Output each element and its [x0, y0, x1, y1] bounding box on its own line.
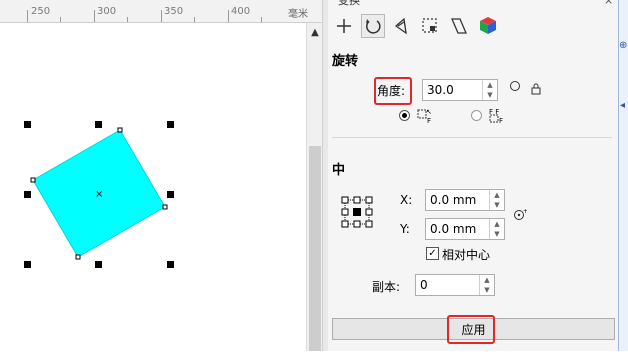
handle-left[interactable]: [24, 191, 31, 198]
x-value: 0.0 mm: [430, 193, 477, 207]
handle-top[interactable]: [95, 121, 102, 128]
angle-value: 30.0: [427, 83, 454, 97]
center-section-title: 中: [332, 163, 346, 178]
copies-label: 副本:: [372, 280, 401, 294]
ruler-label: 300: [97, 6, 117, 17]
horizontal-ruler: 250 300 350 400 毫米: [0, 0, 322, 23]
y-value: 0.0 mm: [430, 222, 477, 236]
transform-panel: 变换 × 旋转 角度: 30.0 ▲ ▼ ↖ F F FF 中 X: 0.0 m…: [328, 0, 618, 351]
svg-text:↖: ↖: [426, 108, 432, 116]
canvas-graphics: ×: [24, 121, 174, 268]
node-handle[interactable]: [30, 177, 36, 183]
node-handle[interactable]: [117, 127, 123, 133]
handle-right[interactable]: [167, 191, 174, 198]
close-icon[interactable]: ×: [604, 0, 613, 7]
ruler-label: 400: [231, 6, 251, 17]
vertical-scrollbar[interactable]: ▲: [306, 23, 323, 351]
anchor-radio-2[interactable]: [471, 110, 482, 121]
relative-anchor-icon: ↖ F: [416, 106, 434, 127]
apply-highlight: [447, 315, 495, 344]
handle-top-right[interactable]: [167, 121, 174, 128]
skew-icon[interactable]: [447, 14, 471, 38]
node-handle[interactable]: [75, 254, 81, 260]
angle-input[interactable]: 30.0 ▲ ▼: [422, 79, 498, 101]
rotate-icon[interactable]: [361, 14, 385, 38]
docker-tab-icon[interactable]: ◂: [620, 100, 625, 111]
copies-value: 0: [420, 278, 428, 292]
handle-bottom-left[interactable]: [24, 261, 31, 268]
y-spinner[interactable]: ▲ ▼: [489, 219, 504, 239]
copies-input[interactable]: 0 ▲ ▼: [415, 274, 495, 296]
ruler-tick: [127, 17, 128, 22]
scroll-up-icon[interactable]: ▲: [309, 27, 321, 39]
anchor-radio-1[interactable]: [399, 110, 410, 121]
scrollbar-thumb[interactable]: [309, 146, 321, 351]
ruler-tick: [27, 10, 28, 22]
angle-label: 角度:: [377, 84, 406, 98]
ruler-tick: [161, 10, 162, 22]
x-input[interactable]: 0.0 mm ▲ ▼: [425, 189, 505, 211]
ruler-label: 250: [31, 6, 51, 17]
x-label: X:: [400, 193, 413, 207]
section-separator: [332, 137, 612, 138]
handle-bottom[interactable]: [95, 261, 102, 268]
degree-radio-icon[interactable]: [510, 81, 520, 91]
rotate-section-title: 旋转: [332, 54, 359, 69]
position-icon[interactable]: [332, 14, 356, 38]
ruler-unit: 毫米: [288, 9, 308, 20]
docker-tab-icon[interactable]: ⊕: [619, 40, 627, 51]
svg-text:+: +: [523, 208, 527, 215]
relative-center-label: 相对中心: [442, 248, 491, 262]
docker-tab-strip[interactable]: ⊕ ◂: [618, 0, 628, 351]
lock-icon[interactable]: [530, 83, 542, 98]
x-spinner[interactable]: ▲ ▼: [489, 190, 504, 210]
absolute-anchor-icon: F FF: [488, 106, 506, 127]
drawing-canvas[interactable]: ×: [0, 23, 306, 351]
scale-mirror-icon[interactable]: [389, 14, 413, 38]
handle-bottom-right[interactable]: [167, 261, 174, 268]
panel-title: 变换: [338, 0, 360, 7]
center-target-icon[interactable]: +: [513, 208, 528, 225]
ruler-label: 350: [164, 6, 184, 17]
copies-spinner[interactable]: ▲ ▼: [479, 275, 494, 295]
svg-text:F: F: [499, 117, 503, 124]
angle-spinner[interactable]: ▲ ▼: [482, 80, 497, 100]
y-input[interactable]: 0.0 mm ▲ ▼: [425, 218, 505, 240]
ruler-tick: [94, 10, 95, 22]
color-cube-icon[interactable]: [476, 14, 500, 38]
ruler-tick: [60, 17, 61, 22]
center-mark: ×: [95, 189, 103, 200]
node-handle[interactable]: [162, 204, 168, 210]
anchor-point-grid-icon[interactable]: [341, 196, 375, 233]
size-icon[interactable]: [418, 14, 442, 38]
relative-center-checkbox[interactable]: ✓: [426, 247, 439, 260]
ruler-tick: [261, 17, 262, 22]
svg-text:F: F: [427, 117, 431, 124]
handle-top-left[interactable]: [24, 121, 31, 128]
ruler-tick: [194, 17, 195, 22]
ruler-tick: [228, 10, 229, 22]
y-label: Y:: [400, 222, 410, 236]
